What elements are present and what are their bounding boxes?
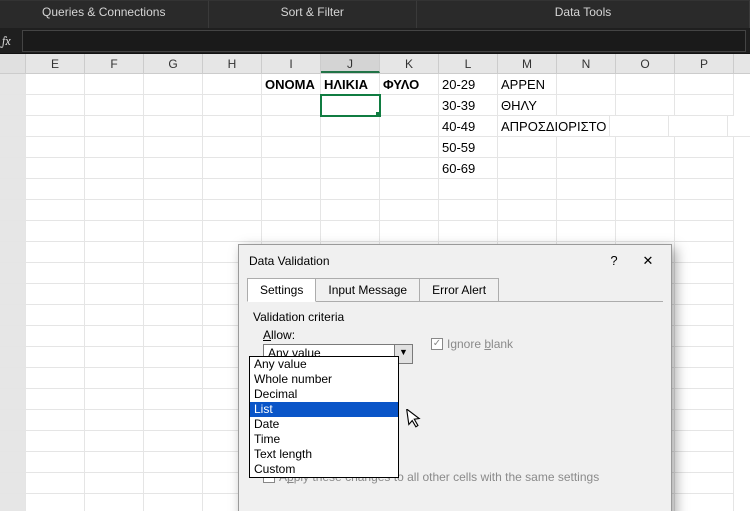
col-header-I[interactable]: I [262,54,321,73]
col-header-N[interactable]: N [557,54,616,73]
tab-input-message[interactable]: Input Message [316,278,420,302]
option-decimal[interactable]: Decimal [250,387,398,402]
cell-M-0[interactable]: ΑΡΡΕΝ [498,74,557,95]
col-header-H[interactable]: H [203,54,262,73]
ribbon-group-sort[interactable]: Sort & Filter [209,0,418,28]
settings-panel: Validation criteria Allow: Any value ▼ ✓… [239,302,671,484]
tab-error-alert[interactable]: Error Alert [420,278,499,302]
table-row [0,179,750,200]
formula-bar: fx [0,28,750,54]
select-all-corner[interactable] [0,54,26,73]
ignore-blank-label: Ignore blank [447,337,513,351]
col-header-M[interactable]: M [498,54,557,73]
option-list[interactable]: List [250,402,398,417]
dialog-titlebar[interactable]: Data Validation ? ✕ [239,245,671,277]
header-ilikia[interactable]: ΗΛΙΚΙΑ [321,74,380,95]
header-onoma[interactable]: ΟΝΟΜΑ [262,74,321,95]
option-text-length[interactable]: Text length [250,447,398,462]
cell-M-1[interactable]: ΘΗΛΥ [498,95,557,116]
ribbon-group-datatools[interactable]: Data Tools [417,0,750,28]
fill-handle[interactable] [376,112,380,116]
allow-dropdown: Any value Whole number Decimal List Date… [249,356,399,478]
ribbon: Queries & Connections Sort & Filter Data… [0,0,750,28]
col-header-P[interactable]: P [675,54,734,73]
validation-criteria-label: Validation criteria [253,310,657,324]
col-header-G[interactable]: G [144,54,203,73]
col-header-E[interactable]: E [26,54,85,73]
col-header-O[interactable]: O [616,54,675,73]
help-button[interactable]: ? [597,248,631,274]
worksheet: E F G H I J K L M N O P ΟΝΟΜΑ ΗΛΙΚΙΑ ΦΥΛ… [0,54,750,511]
checkbox-icon: ✓ [431,338,443,350]
close-button[interactable]: ✕ [631,248,665,274]
tab-settings[interactable]: Settings [247,278,316,302]
fx-icon[interactable]: fx [0,34,18,48]
table-row: 40-49 ΑΠΡΟΣΔΙΟΡΙΣΤΟ [0,116,750,137]
col-header-J[interactable]: J [321,54,380,73]
cell-L-0[interactable]: 20-29 [439,74,498,95]
formula-input[interactable] [22,30,746,52]
dialog-tabs: Settings Input Message Error Alert [239,277,671,301]
table-row [0,200,750,221]
cell-L-2[interactable]: 40-49 [439,116,498,137]
data-validation-dialog: Data Validation ? ✕ Settings Input Messa… [238,244,672,511]
cell-L-3[interactable]: 50-59 [439,137,498,158]
ribbon-group-queries[interactable]: Queries & Connections [0,0,209,28]
col-header-F[interactable]: F [85,54,144,73]
cell-L-4[interactable]: 60-69 [439,158,498,179]
cell-M-2[interactable]: ΑΠΡΟΣΔΙΟΡΙΣΤΟ [498,116,610,137]
ignore-blank-checkbox: ✓ Ignore blank [431,337,513,351]
col-header-L[interactable]: L [439,54,498,73]
cell-L-1[interactable]: 30-39 [439,95,498,116]
table-row: 30-39 ΘΗΛΥ [0,95,750,116]
cursor-icon [405,407,424,434]
option-whole-number[interactable]: Whole number [250,372,398,387]
table-row: 50-59 [0,137,750,158]
option-any-value[interactable]: Any value [250,357,398,372]
selected-cell[interactable] [321,95,380,116]
header-fylo[interactable]: ΦΥΛΟ [380,74,439,95]
option-date[interactable]: Date [250,417,398,432]
column-headers: E F G H I J K L M N O P [0,54,750,74]
option-custom[interactable]: Custom [250,462,398,477]
table-row: ΟΝΟΜΑ ΗΛΙΚΙΑ ΦΥΛΟ 20-29 ΑΡΡΕΝ [0,74,750,95]
table-row [0,221,750,242]
table-row: 60-69 [0,158,750,179]
option-time[interactable]: Time [250,432,398,447]
col-header-K[interactable]: K [380,54,439,73]
dialog-title: Data Validation [249,254,597,268]
